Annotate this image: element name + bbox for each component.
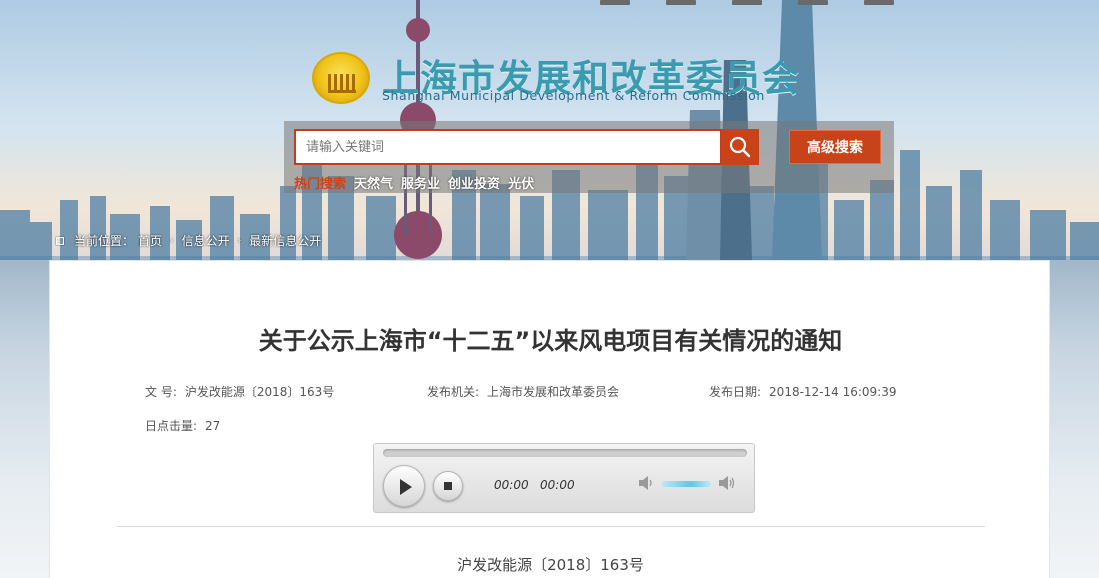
breadcrumb-item[interactable]: 信息公开	[182, 232, 230, 249]
search-button[interactable]	[721, 129, 759, 165]
breadcrumb-separator: ›	[170, 235, 174, 246]
site-logo[interactable]: 上海市发展和改革委员会 Shanghai Municipal Developme…	[312, 48, 799, 108]
date-value: 2018-12-14 16:09:39	[769, 385, 897, 399]
breadcrumb-item[interactable]: 首页	[138, 232, 162, 249]
top-nav	[600, 0, 894, 8]
meta-date: 发布日期: 2018-12-14 16:09:39	[709, 383, 897, 400]
content-divider	[117, 526, 985, 527]
audio-player: 00:00 00:00	[373, 443, 755, 513]
date-label: 发布日期:	[709, 385, 762, 399]
top-nav-item[interactable]	[600, 0, 630, 5]
emblem-icon	[312, 52, 370, 104]
meta-doc-number: 文 号: 沪发改能源〔2018〕163号	[145, 383, 334, 400]
volume-slider[interactable]	[661, 481, 711, 487]
audio-progress-bar[interactable]	[383, 449, 747, 457]
hot-search-item[interactable]: 天然气	[354, 173, 393, 192]
duration: 00:00	[540, 478, 575, 492]
search-panel: 高级搜索 热门搜索 天然气 服务业 创业投资 光伏	[284, 121, 894, 193]
breadcrumb: 当前位置： 首页 › 信息公开 › 最新信息公开	[56, 232, 321, 249]
mute-icon[interactable]	[637, 475, 655, 491]
search-icon	[729, 136, 751, 158]
hot-search-item[interactable]: 服务业	[401, 173, 440, 192]
current-time: 00:00	[494, 478, 529, 492]
article-title: 关于公示上海市“十二五”以来风电项目有关情况的通知	[258, 327, 843, 355]
hot-searches: 热门搜索 天然气 服务业 创业投资 光伏	[294, 173, 534, 192]
article-card: 关于公示上海市“十二五”以来风电项目有关情况的通知 文 号: 沪发改能源〔2018…	[49, 260, 1050, 578]
volume-icon[interactable]	[717, 475, 735, 491]
stop-button[interactable]	[433, 471, 463, 501]
hits-value: 27	[205, 419, 221, 433]
top-nav-item[interactable]	[732, 0, 762, 5]
search-input[interactable]	[294, 129, 722, 165]
location-icon	[56, 236, 64, 245]
breadcrumb-item[interactable]: 最新信息公开	[249, 232, 321, 249]
breadcrumb-prefix: 当前位置：	[74, 234, 135, 248]
top-nav-item[interactable]	[864, 0, 894, 5]
hot-search-label: 热门搜索	[294, 177, 347, 192]
issuer-value: 上海市发展和改革委员会	[487, 385, 620, 399]
meta-hits: 日点击量: 27	[145, 417, 220, 434]
hits-label: 日点击量:	[145, 419, 198, 433]
meta-issuer: 发布机关: 上海市发展和改革委员会	[427, 383, 619, 400]
top-nav-item[interactable]	[798, 0, 828, 5]
doc-number-label: 文 号:	[145, 385, 177, 399]
issuer-label: 发布机关:	[427, 385, 480, 399]
site-subtitle: Shanghai Municipal Development & Reform …	[382, 88, 765, 103]
hot-search-item[interactable]: 创业投资	[448, 173, 500, 192]
doc-number-value: 沪发改能源〔2018〕163号	[184, 385, 335, 399]
advanced-search-button[interactable]: 高级搜索	[789, 130, 881, 164]
hot-search-item[interactable]: 光伏	[508, 173, 534, 192]
breadcrumb-separator: ›	[237, 235, 242, 246]
top-nav-item[interactable]	[666, 0, 696, 5]
body-doc-number: 沪发改能源〔2018〕163号	[457, 556, 644, 574]
play-button[interactable]	[383, 465, 425, 507]
